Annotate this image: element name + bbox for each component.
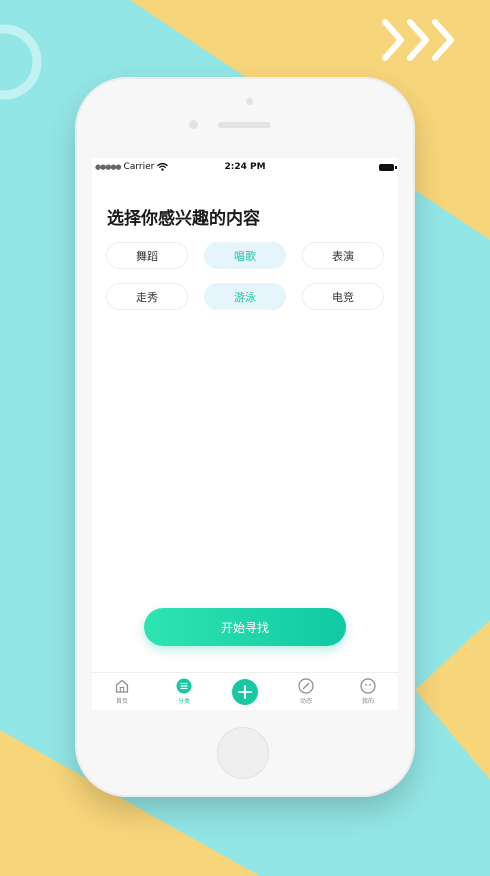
tag-acting[interactable]: 表演 [302,242,384,269]
tab-category-label: 分类 [177,698,190,705]
app-screen: ●●●●● Carrier 2:24 PM 选择你感兴趣的内容 舞蹈 唱歌 表演… [92,158,398,710]
tab-home-label: 首页 [115,698,128,705]
interest-tag-grid: 舞蹈 唱歌 表演 走秀 游泳 电竞 [106,242,384,310]
tab-mine[interactable]: 我的 [343,673,393,710]
tag-esports[interactable]: 电竞 [302,283,384,310]
status-bar: ●●●●● Carrier 2:24 PM [92,158,398,178]
tab-mine-label: 我的 [361,698,374,705]
list-icon [176,678,192,694]
tab-bar: 首页 分类 动态 我的 [92,672,398,710]
tag-catwalk[interactable]: 走秀 [106,283,188,310]
status-time: 2:24 PM [224,162,266,172]
compass-icon [298,678,314,694]
start-search-button[interactable]: 开始寻找 [144,608,346,646]
home-hardware-button[interactable] [217,727,269,779]
page-title: 选择你感兴趣的内容 [107,209,260,229]
sensor-dot [189,120,198,129]
tag-dance[interactable]: 舞蹈 [106,242,188,269]
battery-icon [379,164,397,171]
tab-activity-label: 动态 [299,698,312,705]
tab-activity[interactable]: 动态 [281,673,331,710]
tab-home[interactable]: 首页 [97,673,147,710]
home-icon [115,679,129,693]
add-button[interactable] [232,679,258,705]
camera-icon [246,98,253,105]
profile-icon [360,678,376,694]
plus-icon [238,685,252,699]
speaker-grille [218,122,271,128]
tab-category[interactable]: 分类 [159,673,209,710]
tag-swimming[interactable]: 游泳 [204,283,286,310]
tag-singing[interactable]: 唱歌 [204,242,286,269]
